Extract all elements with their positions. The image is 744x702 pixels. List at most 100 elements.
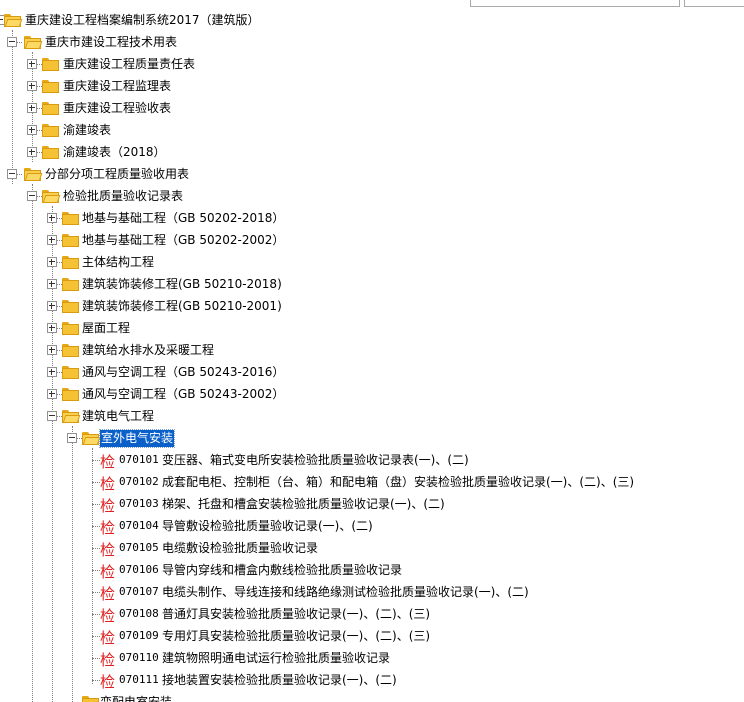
folder-open-icon (62, 410, 81, 423)
expand-toggle[interactable] (47, 389, 57, 399)
record-code[interactable]: 070111 (119, 669, 159, 691)
expand-toggle[interactable] (47, 323, 57, 333)
tree-node-label[interactable]: 通风与空调工程（GB 50243-2002） (82, 383, 284, 405)
record-name[interactable]: 导管内穿线和槽盒内敷线检验批质量验收记录 (162, 559, 402, 581)
record-code[interactable]: 070102 (119, 471, 159, 493)
expand-toggle[interactable] (47, 345, 57, 355)
tree-node-group1-item[interactable]: 重庆建设工程验收表 (0, 97, 744, 119)
tree-node-label[interactable]: 地基与基础工程（GB 50202-2018） (82, 207, 284, 229)
collapse-toggle[interactable] (47, 411, 57, 421)
tree-node-sub-item[interactable]: 屋面工程 (0, 317, 744, 339)
collapse-toggle[interactable] (7, 37, 17, 47)
tree-node-label[interactable]: 检验批质量验收记录表 (63, 185, 183, 207)
tree-node-label[interactable]: 重庆建设工程质量责任表 (63, 53, 195, 75)
tree-node-outdoor-electrical[interactable]: 室外电气安装 (0, 427, 744, 449)
tree-node-sub-item[interactable]: 地基与基础工程（GB 50202-2018） (0, 207, 744, 229)
tree-node-sub-item[interactable]: 建筑装饰装修工程(GB 50210-2001) (0, 295, 744, 317)
tree-node-sub-item[interactable]: 建筑装饰装修工程(GB 50210-2018) (0, 273, 744, 295)
tree-node-label[interactable]: 地基与基础工程（GB 50202-2002） (82, 229, 284, 251)
record-code[interactable]: 070107 (119, 581, 159, 603)
tree-node-label[interactable]: 建筑装饰装修工程(GB 50210-2018) (82, 273, 282, 295)
record-name[interactable]: 专用灯具安装检验批质量验收记录(一)、(二)、(三) (162, 625, 430, 647)
tree-node-label[interactable]: 重庆建设工程验收表 (63, 97, 171, 119)
record-name[interactable]: 成套配电柜、控制柜（台、箱）和配电箱（盘）安装检验批质量验收记录(一)、(二)、… (162, 471, 634, 493)
project-tree[interactable]: 重庆建设工程档案编制系统2017（建筑版） 重庆市建设工程技术用表 重庆建设工程… (0, 0, 744, 702)
record-code[interactable]: 070110 (119, 647, 159, 669)
expand-toggle[interactable] (27, 103, 37, 113)
inspection-badge-icon: 检 (100, 453, 116, 471)
record-code[interactable]: 070109 (119, 625, 159, 647)
expand-toggle[interactable] (47, 235, 57, 245)
tree-record[interactable]: 检 070105 电缆敷设检验批质量验收记录 (0, 537, 744, 559)
expand-toggle[interactable] (27, 59, 37, 69)
expand-toggle[interactable] (47, 257, 57, 267)
tree-node-label[interactable]: 重庆市建设工程技术用表 (45, 31, 177, 53)
tree-node-label[interactable]: 重庆建设工程档案编制系统2017（建筑版） (25, 9, 260, 31)
tree-node-label[interactable]: 屋面工程 (82, 317, 130, 339)
record-name[interactable]: 电缆头制作、导线连接和线路绝缘测试检验批质量验收记录(一)、(二) (162, 581, 529, 603)
selected-node-label[interactable]: 室外电气安装 (98, 429, 176, 448)
tree-node-label[interactable]: 渝建竣表（2018） (63, 141, 166, 163)
expand-toggle[interactable] (47, 213, 57, 223)
tree-record[interactable]: 检 070104 导管敷设检验批质量验收记录(一)、(二) (0, 515, 744, 537)
tree-node-group1[interactable]: 重庆市建设工程技术用表 (0, 31, 744, 53)
record-name[interactable]: 导管敷设检验批质量验收记录(一)、(二) (162, 515, 373, 537)
record-code[interactable]: 070106 (119, 559, 159, 581)
record-name[interactable]: 普通灯具安装检验批质量验收记录(一)、(二)、(三) (162, 603, 430, 625)
tree-node-sub-item[interactable]: 建筑给水排水及采暖工程 (0, 339, 744, 361)
tree-node-group1-item[interactable]: 重庆建设工程监理表 (0, 75, 744, 97)
record-name[interactable]: 电缆敷设检验批质量验收记录 (162, 537, 318, 559)
tree-node-sub-item[interactable]: 地基与基础工程（GB 50202-2002） (0, 229, 744, 251)
folder-open-icon (24, 36, 43, 49)
tree-node-substation[interactable]: 变配电室安装 (0, 691, 744, 702)
tree-node-sub-item[interactable]: 通风与空调工程（GB 50243-2016） (0, 361, 744, 383)
record-name[interactable]: 建筑物照明通电试运行检验批质量验收记录 (162, 647, 390, 669)
tree-node-label[interactable]: 通风与空调工程（GB 50243-2016） (82, 361, 284, 383)
tree-node-label[interactable]: 建筑装饰装修工程(GB 50210-2001) (82, 295, 282, 317)
tree-record[interactable]: 检 070111 接地装置安装检验批质量验收记录(一)、(二) (0, 669, 744, 691)
top-button-box[interactable] (684, 0, 744, 7)
tree-node-inspection[interactable]: 检验批质量验收记录表 (0, 185, 744, 207)
record-code[interactable]: 070105 (119, 537, 159, 559)
record-name[interactable]: 变压器、箱式变电所安装检验批质量验收记录表(一)、(二) (162, 449, 469, 471)
expand-toggle[interactable] (27, 125, 37, 135)
tree-node-group2[interactable]: 分部分项工程质量验收用表 (0, 163, 744, 185)
record-code[interactable]: 070104 (119, 515, 159, 537)
tree-node-sub-item[interactable]: 通风与空调工程（GB 50243-2002） (0, 383, 744, 405)
tree-node-group1-item[interactable]: 重庆建设工程质量责任表 (0, 53, 744, 75)
record-code[interactable]: 070101 (119, 449, 159, 471)
record-code[interactable]: 070108 (119, 603, 159, 625)
tree-record[interactable]: 检 070107 电缆头制作、导线连接和线路绝缘测试检验批质量验收记录(一)、(… (0, 581, 744, 603)
expand-toggle[interactable] (27, 147, 37, 157)
tree-node-sub-item[interactable]: 主体结构工程 (0, 251, 744, 273)
collapse-toggle[interactable] (27, 191, 37, 201)
tree-record[interactable]: 检 070102 成套配电柜、控制柜（台、箱）和配电箱（盘）安装检验批质量验收记… (0, 471, 744, 493)
tree-node-label[interactable]: 渝建竣表 (63, 119, 111, 141)
tree-record[interactable]: 检 070106 导管内穿线和槽盒内敷线检验批质量验收记录 (0, 559, 744, 581)
tree-record[interactable]: 检 070103 梯架、托盘和槽盒安装检验批质量验收记录(一)、(二) (0, 493, 744, 515)
tree-node-label[interactable]: 建筑电气工程 (82, 405, 154, 427)
record-name[interactable]: 梯架、托盘和槽盒安装检验批质量验收记录(一)、(二) (162, 493, 445, 515)
tree-node-label[interactable]: 分部分项工程质量验收用表 (45, 163, 189, 185)
expand-toggle[interactable] (27, 81, 37, 91)
collapse-toggle[interactable] (7, 169, 17, 179)
tree-node-root[interactable]: 重庆建设工程档案编制系统2017（建筑版） (0, 9, 744, 31)
tree-node-label[interactable]: 重庆建设工程监理表 (63, 75, 171, 97)
expand-toggle[interactable] (47, 367, 57, 377)
record-code[interactable]: 070103 (119, 493, 159, 515)
record-name[interactable]: 接地装置安装检验批质量验收记录(一)、(二) (162, 669, 397, 691)
top-input-box[interactable] (470, 0, 680, 7)
tree-record[interactable]: 检 070108 普通灯具安装检验批质量验收记录(一)、(二)、(三) (0, 603, 744, 625)
tree-node-label[interactable]: 主体结构工程 (82, 251, 154, 273)
expand-toggle[interactable] (47, 279, 57, 289)
tree-record[interactable]: 检 070109 专用灯具安装检验批质量验收记录(一)、(二)、(三) (0, 625, 744, 647)
tree-node-label[interactable]: 建筑给水排水及采暖工程 (82, 339, 214, 361)
tree-node-label[interactable]: 变配电室安装 (100, 691, 172, 702)
tree-record[interactable]: 检 070110 建筑物照明通电试运行检验批质量验收记录 (0, 647, 744, 669)
tree-node-electrical[interactable]: 建筑电气工程 (0, 405, 744, 427)
expand-toggle[interactable] (47, 301, 57, 311)
tree-record[interactable]: 检 070101 变压器、箱式变电所安装检验批质量验收记录表(一)、(二) (0, 449, 744, 471)
tree-node-group1-item[interactable]: 渝建竣表（2018） (0, 141, 744, 163)
collapse-toggle[interactable] (67, 433, 77, 443)
tree-node-group1-item[interactable]: 渝建竣表 (0, 119, 744, 141)
